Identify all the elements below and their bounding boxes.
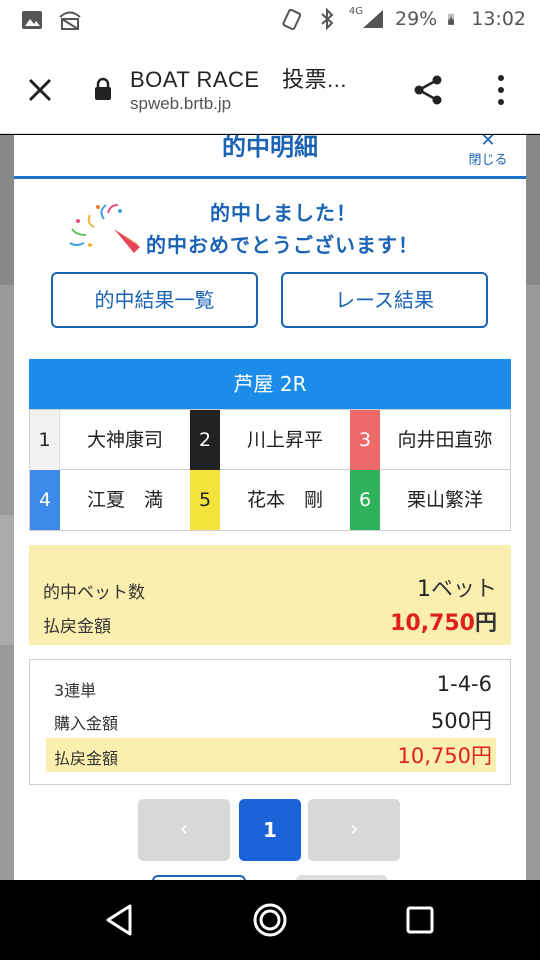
- racer-table: 1 大神康司 2 川上昇平 3 向井田直弥 4 江夏 満 5 花本 剛 6 栗山…: [29, 409, 511, 531]
- network-type: 4G: [348, 5, 363, 17]
- payout-amount: 10,750: [390, 611, 475, 636]
- racer-name: 江夏 満: [86, 489, 163, 511]
- page-title: BOAT RACE 投票...: [130, 67, 347, 92]
- racer-cell: 4 江夏 満: [30, 470, 190, 530]
- congrats-message: 的中しました！ 的中おめでとうございます！: [64, 195, 484, 259]
- bet-type-label: 3連単: [54, 681, 97, 700]
- racer-row: 1 大神康司 2 川上昇平 3 向井田直弥: [30, 410, 510, 470]
- payout-unit: 円: [474, 611, 497, 636]
- share-icon[interactable]: [410, 72, 446, 108]
- racer-name: 大神康司: [86, 429, 163, 451]
- signal-icon: [363, 10, 383, 28]
- hit-list-button[interactable]: 的中結果一覧: [51, 272, 258, 328]
- racer-cell: 6 栗山繁洋: [350, 470, 510, 530]
- detail-payout-label: 払戻金額: [54, 749, 119, 768]
- purchase-value: 500円: [430, 709, 492, 733]
- combination-value: 1-4-6: [436, 672, 492, 696]
- pagination: ‹ 1 ›: [14, 799, 526, 861]
- wifi-off-icon: [59, 11, 81, 30]
- prev-page-button[interactable]: ‹: [138, 799, 230, 861]
- lane-number: 5: [190, 470, 220, 530]
- lane-number: 4: [30, 470, 60, 530]
- detail-payout-row: 払戻金額 10,750円: [46, 738, 496, 772]
- clock: 13:02: [471, 8, 526, 30]
- image-icon: [22, 11, 42, 29]
- more-vert-icon[interactable]: [488, 72, 514, 108]
- battery-percent: 29%: [395, 8, 438, 30]
- congrats-line-2: 的中おめでとうございます！: [146, 233, 419, 257]
- current-page-button[interactable]: 1: [239, 799, 301, 861]
- congrats-line-1: 的中しました！: [210, 201, 357, 225]
- lock-icon: [95, 77, 111, 100]
- racer-cell: 3 向井田直弥: [350, 410, 510, 470]
- purchase-row: 購入金額 500円: [46, 705, 496, 735]
- racer-cell: 1 大神康司: [30, 410, 190, 470]
- browser-toolbar: BOAT RACE 投票... spweb.brtb.jp: [0, 44, 540, 134]
- close-button[interactable]: ✕ 閉じる: [464, 135, 512, 169]
- system-nav-bar: [0, 880, 540, 960]
- close-chevron-icon: ✕: [480, 135, 496, 151]
- racer-name: 栗山繁洋: [406, 489, 483, 511]
- close-icon[interactable]: [24, 74, 56, 106]
- racer-cell: 2 川上昇平: [190, 410, 350, 470]
- racer-cell: 5 花本 剛: [190, 470, 350, 530]
- home-icon[interactable]: [250, 900, 290, 940]
- bet-count-label: 的中ベット数: [43, 583, 145, 603]
- bet-type-row: 3連単 1-4-6: [46, 672, 496, 702]
- party-popper-icon: [69, 204, 140, 253]
- racer-name: 向井田直弥: [397, 429, 493, 451]
- battery-charging-icon: [448, 13, 455, 25]
- hit-detail-modal: 的中明細 ✕ 閉じる 的中しました！ 的中おめでとうございます！ 的中結果一覧 …: [14, 135, 526, 880]
- purchase-label: 購入金額: [54, 714, 119, 733]
- lane-number: 2: [190, 410, 220, 470]
- modal-title: 的中明細: [222, 135, 318, 161]
- racer-name: 花本 剛: [246, 489, 323, 511]
- race-result-button[interactable]: レース結果: [281, 272, 488, 328]
- racer-row: 4 江夏 満 5 花本 剛 6 栗山繁洋: [30, 470, 510, 530]
- nfc-icon: [282, 8, 302, 30]
- detail-payout-value: 10,750円: [397, 744, 492, 768]
- modal-header: 的中明細 ✕ 閉じる: [14, 135, 526, 179]
- lane-number: 3: [350, 410, 380, 470]
- next-page-button[interactable]: ›: [308, 799, 400, 861]
- race-title: 芦屋 2R: [29, 359, 511, 409]
- hit-summary: 的中ベット数 1ベット 払戻金額 10,750円: [29, 545, 511, 645]
- bet-count-number: 1: [416, 577, 431, 602]
- bet-count-value: 1ベット: [417, 571, 497, 603]
- page-url[interactable]: spweb.brtb.jp: [130, 94, 231, 114]
- back-icon[interactable]: [100, 900, 140, 940]
- lane-number: 6: [350, 470, 380, 530]
- bet-count-unit: ベット: [430, 577, 497, 602]
- payout-value: 10,750円: [390, 605, 497, 637]
- payout-label: 払戻金額: [43, 617, 111, 637]
- bet-detail: 3連単 1-4-6 購入金額 500円 払戻金額 10,750円: [29, 659, 511, 785]
- close-label: 閉じる: [468, 153, 508, 168]
- recents-icon[interactable]: [400, 900, 440, 940]
- racer-name: 川上昇平: [246, 429, 323, 451]
- status-bar: 4G 29% 13:02: [0, 0, 540, 44]
- lane-number: 1: [30, 410, 60, 470]
- bluetooth-icon: [321, 8, 334, 30]
